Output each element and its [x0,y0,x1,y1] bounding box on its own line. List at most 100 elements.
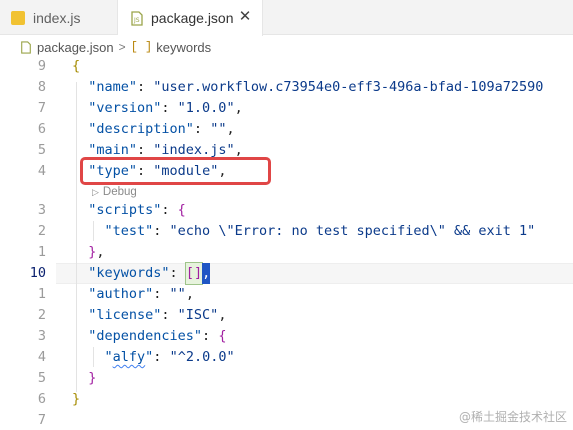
code-token: { [218,328,227,344]
code-line[interactable]: 10 "keywords": [], [0,262,573,285]
code-token: { [72,58,81,74]
code-token: "test" [72,223,154,239]
code-text: "version": "1.0.0", [72,98,243,119]
json-file-icon: JS [129,10,145,26]
array-symbol-icon: [ ] [130,40,153,54]
line-number: 4 [37,163,46,179]
code-text: }, [72,242,104,263]
code-token: "dependencies" [72,328,203,344]
line-number: 2 [37,223,46,239]
code-token: "main" [72,142,138,158]
code-token: "module" [153,163,219,179]
code-text: "dependencies": { [72,326,226,347]
code-token: "" [210,121,227,137]
line-number: 3 [37,328,46,344]
code-token: "type" [72,163,138,179]
svg-text:JS: JS [133,17,140,24]
code-token: " [72,349,113,365]
code-line[interactable]: 4 "type": "module", [0,161,573,182]
code-token: : [161,100,178,116]
code-line[interactable]: 1 }, [0,242,573,263]
code-token: : [202,328,219,344]
editor-tab-bar: index.js JS package.json ✕ [0,0,573,36]
line-number: 2 [37,307,46,323]
line-number: 7 [37,412,46,428]
code-line[interactable]: 5 } [0,368,573,389]
breadcrumb-file[interactable]: package.json [37,40,114,55]
breadcrumb: package.json > [ ] keywords [20,37,211,57]
code-token: [] [184,262,204,285]
breadcrumb-symbol[interactable]: keywords [156,40,211,55]
code-line[interactable]: 1 "author": "", [0,284,573,305]
line-number: 10 [29,265,46,281]
code-token: "license" [72,307,162,323]
debug-codelens[interactable]: ▷ Debug [92,184,137,200]
code-line[interactable]: 2 "license": "ISC", [0,305,573,326]
code-token: "echo \"Error: no test specified\" && ex… [169,223,536,239]
line-number: 7 [37,100,46,116]
code-line[interactable]: 8 "name": "user.workflow.c73954e0-eff3-4… [0,77,573,98]
code-token: , [185,286,194,302]
code-token: { [177,202,186,218]
tab-index-js[interactable]: index.js [0,0,118,35]
code-text: "name": "user.workflow.c73954e0-eff3-496… [72,77,543,98]
line-number: 9 [37,58,46,74]
code-token: } [88,370,97,386]
code-token: , [218,307,227,323]
code-token: , [234,142,243,158]
code-token: "keywords" [72,265,170,281]
code-token: : [161,202,178,218]
code-line[interactable]: 6 "description": "", [0,119,573,140]
code-text: "description": "", [72,119,234,140]
line-number: 1 [37,244,46,260]
code-token: , [234,100,243,116]
code-token: : [137,79,154,95]
code-token: : [153,349,170,365]
code-token: "user.workflow.c73954e0-eff3-496a-bfad-1… [153,79,544,95]
line-number: 8 [37,79,46,95]
code-line[interactable]: 3 "scripts": { [0,200,573,221]
code-line[interactable]: 6} [0,389,573,410]
code-token: "^2.0.0" [169,349,235,365]
code-token: "ISC" [177,307,219,323]
codelens-label: Debug [102,186,137,198]
code-text: "main": "index.js", [72,140,243,161]
code-token: "index.js" [153,142,235,158]
code-line[interactable]: 7 "version": "1.0.0", [0,98,573,119]
line-number: 6 [37,121,46,137]
code-line[interactable]: 2 "test": "echo \"Error: no test specifi… [0,221,573,242]
code-token: : [137,163,154,179]
code-text: "alfy": "^2.0.0" [72,347,235,368]
code-token: "scripts" [72,202,162,218]
code-line[interactable]: 3 "dependencies": { [0,326,573,347]
code-text: "author": "", [72,284,194,305]
code-token: , [218,163,227,179]
js-file-icon [11,10,25,25]
line-number: 5 [37,370,46,386]
code-token: "1.0.0" [177,100,235,116]
line-number: 6 [37,391,46,407]
code-token: : [137,142,154,158]
play-icon: ▷ [92,186,99,197]
code-text: { [72,56,80,77]
code-line[interactable]: 4 "alfy": "^2.0.0" [0,347,573,368]
code-line[interactable]: 5 "main": "index.js", [0,140,573,161]
code-token: : [153,223,170,239]
chevron-right-icon: > [118,40,126,54]
code-text: "scripts": { [72,200,186,221]
code-text: } [72,368,96,389]
line-number: 1 [37,286,46,302]
code-token: } [72,391,81,407]
line-number: 4 [37,349,46,365]
tab-label: package.json [151,10,234,26]
code-token: , [202,263,211,284]
code-line[interactable]: 9{ [0,56,573,77]
code-text: "license": "ISC", [72,305,226,326]
code-token: alfy [112,349,146,365]
close-icon[interactable]: ✕ [238,9,252,24]
line-number: 5 [37,142,46,158]
tab-package-json[interactable]: JS package.json ✕ [118,0,263,36]
code-text: "type": "module", [72,161,226,182]
